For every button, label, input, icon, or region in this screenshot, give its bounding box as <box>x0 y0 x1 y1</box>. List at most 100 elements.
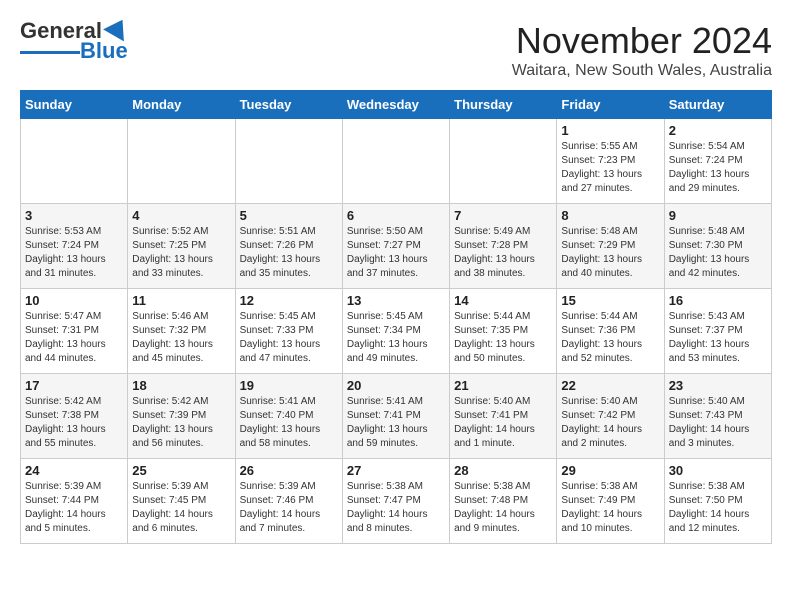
day-info: Sunrise: 5:52 AM Sunset: 7:25 PM Dayligh… <box>132 225 230 281</box>
day-info: Sunrise: 5:39 AM Sunset: 7:46 PM Dayligh… <box>240 480 338 536</box>
day-number: 5 <box>240 208 338 223</box>
day-info: Sunrise: 5:38 AM Sunset: 7:50 PM Dayligh… <box>669 480 767 536</box>
sunset-text: Sunset: 7:44 PM <box>25 495 99 506</box>
sunset-text: Sunset: 7:28 PM <box>454 240 528 251</box>
table-row: 20 Sunrise: 5:41 AM Sunset: 7:41 PM Dayl… <box>342 374 449 459</box>
sunset-text: Sunset: 7:24 PM <box>25 240 99 251</box>
day-number: 1 <box>561 123 659 138</box>
daylight-text: Daylight: 13 hours and 50 minutes. <box>454 339 535 364</box>
sunset-text: Sunset: 7:35 PM <box>454 325 528 336</box>
daylight-text: Daylight: 13 hours and 55 minutes. <box>25 424 106 449</box>
day-number: 17 <box>25 378 123 393</box>
sunrise-text: Sunrise: 5:41 AM <box>347 396 423 407</box>
logo-blue-text: Blue <box>80 40 128 62</box>
table-row: 15 Sunrise: 5:44 AM Sunset: 7:36 PM Dayl… <box>557 289 664 374</box>
header-tuesday: Tuesday <box>235 91 342 119</box>
day-number: 21 <box>454 378 552 393</box>
daylight-text: Daylight: 13 hours and 47 minutes. <box>240 339 321 364</box>
table-row: 6 Sunrise: 5:50 AM Sunset: 7:27 PM Dayli… <box>342 204 449 289</box>
daylight-text: Daylight: 13 hours and 49 minutes. <box>347 339 428 364</box>
day-number: 6 <box>347 208 445 223</box>
header-thursday: Thursday <box>450 91 557 119</box>
day-info: Sunrise: 5:40 AM Sunset: 7:42 PM Dayligh… <box>561 395 659 451</box>
table-row: 3 Sunrise: 5:53 AM Sunset: 7:24 PM Dayli… <box>21 204 128 289</box>
table-row <box>128 119 235 204</box>
day-info: Sunrise: 5:53 AM Sunset: 7:24 PM Dayligh… <box>25 225 123 281</box>
month-title: November 2024 <box>512 20 772 62</box>
day-number: 3 <box>25 208 123 223</box>
day-number: 23 <box>669 378 767 393</box>
sunrise-text: Sunrise: 5:38 AM <box>454 481 530 492</box>
sunset-text: Sunset: 7:47 PM <box>347 495 421 506</box>
daylight-text: Daylight: 13 hours and 29 minutes. <box>669 169 750 194</box>
day-number: 2 <box>669 123 767 138</box>
sunrise-text: Sunrise: 5:40 AM <box>454 396 530 407</box>
table-row <box>21 119 128 204</box>
sunrise-text: Sunrise: 5:50 AM <box>347 226 423 237</box>
sunset-text: Sunset: 7:33 PM <box>240 325 314 336</box>
table-row <box>235 119 342 204</box>
daylight-text: Daylight: 13 hours and 53 minutes. <box>669 339 750 364</box>
sunrise-text: Sunrise: 5:48 AM <box>561 226 637 237</box>
sunset-text: Sunset: 7:24 PM <box>669 155 743 166</box>
table-row: 2 Sunrise: 5:54 AM Sunset: 7:24 PM Dayli… <box>664 119 771 204</box>
daylight-text: Daylight: 14 hours and 12 minutes. <box>669 509 750 534</box>
day-info: Sunrise: 5:50 AM Sunset: 7:27 PM Dayligh… <box>347 225 445 281</box>
table-row: 7 Sunrise: 5:49 AM Sunset: 7:28 PM Dayli… <box>450 204 557 289</box>
sunrise-text: Sunrise: 5:41 AM <box>240 396 316 407</box>
daylight-text: Daylight: 13 hours and 33 minutes. <box>132 254 213 279</box>
table-row: 28 Sunrise: 5:38 AM Sunset: 7:48 PM Dayl… <box>450 459 557 544</box>
day-info: Sunrise: 5:46 AM Sunset: 7:32 PM Dayligh… <box>132 310 230 366</box>
sunset-text: Sunset: 7:32 PM <box>132 325 206 336</box>
sunset-text: Sunset: 7:36 PM <box>561 325 635 336</box>
day-info: Sunrise: 5:41 AM Sunset: 7:41 PM Dayligh… <box>347 395 445 451</box>
header-saturday: Saturday <box>664 91 771 119</box>
daylight-text: Daylight: 13 hours and 42 minutes. <box>669 254 750 279</box>
calendar-week-row: 24 Sunrise: 5:39 AM Sunset: 7:44 PM Dayl… <box>21 459 772 544</box>
day-info: Sunrise: 5:55 AM Sunset: 7:23 PM Dayligh… <box>561 140 659 196</box>
table-row: 9 Sunrise: 5:48 AM Sunset: 7:30 PM Dayli… <box>664 204 771 289</box>
day-number: 20 <box>347 378 445 393</box>
table-row: 1 Sunrise: 5:55 AM Sunset: 7:23 PM Dayli… <box>557 119 664 204</box>
calendar-week-row: 1 Sunrise: 5:55 AM Sunset: 7:23 PM Dayli… <box>21 119 772 204</box>
day-info: Sunrise: 5:44 AM Sunset: 7:35 PM Dayligh… <box>454 310 552 366</box>
sunset-text: Sunset: 7:25 PM <box>132 240 206 251</box>
day-number: 14 <box>454 293 552 308</box>
sunrise-text: Sunrise: 5:44 AM <box>561 311 637 322</box>
table-row: 4 Sunrise: 5:52 AM Sunset: 7:25 PM Dayli… <box>128 204 235 289</box>
day-number: 30 <box>669 463 767 478</box>
sunset-text: Sunset: 7:41 PM <box>347 410 421 421</box>
day-number: 28 <box>454 463 552 478</box>
table-row: 27 Sunrise: 5:38 AM Sunset: 7:47 PM Dayl… <box>342 459 449 544</box>
day-info: Sunrise: 5:43 AM Sunset: 7:37 PM Dayligh… <box>669 310 767 366</box>
day-number: 9 <box>669 208 767 223</box>
sunset-text: Sunset: 7:29 PM <box>561 240 635 251</box>
sunrise-text: Sunrise: 5:47 AM <box>25 311 101 322</box>
day-info: Sunrise: 5:49 AM Sunset: 7:28 PM Dayligh… <box>454 225 552 281</box>
daylight-text: Daylight: 13 hours and 27 minutes. <box>561 169 642 194</box>
daylight-text: Daylight: 13 hours and 58 minutes. <box>240 424 321 449</box>
sunset-text: Sunset: 7:42 PM <box>561 410 635 421</box>
sunrise-text: Sunrise: 5:38 AM <box>561 481 637 492</box>
day-info: Sunrise: 5:38 AM Sunset: 7:49 PM Dayligh… <box>561 480 659 536</box>
day-number: 27 <box>347 463 445 478</box>
day-info: Sunrise: 5:39 AM Sunset: 7:45 PM Dayligh… <box>132 480 230 536</box>
table-row: 26 Sunrise: 5:39 AM Sunset: 7:46 PM Dayl… <box>235 459 342 544</box>
daylight-text: Daylight: 14 hours and 2 minutes. <box>561 424 642 449</box>
sunrise-text: Sunrise: 5:49 AM <box>454 226 530 237</box>
daylight-text: Daylight: 14 hours and 8 minutes. <box>347 509 428 534</box>
sunrise-text: Sunrise: 5:38 AM <box>669 481 745 492</box>
sunrise-text: Sunrise: 5:48 AM <box>669 226 745 237</box>
table-row: 18 Sunrise: 5:42 AM Sunset: 7:39 PM Dayl… <box>128 374 235 459</box>
table-row: 8 Sunrise: 5:48 AM Sunset: 7:29 PM Dayli… <box>557 204 664 289</box>
day-number: 8 <box>561 208 659 223</box>
day-number: 19 <box>240 378 338 393</box>
day-number: 26 <box>240 463 338 478</box>
sunrise-text: Sunrise: 5:52 AM <box>132 226 208 237</box>
table-row <box>342 119 449 204</box>
table-row: 13 Sunrise: 5:45 AM Sunset: 7:34 PM Dayl… <box>342 289 449 374</box>
sunset-text: Sunset: 7:48 PM <box>454 495 528 506</box>
sunrise-text: Sunrise: 5:39 AM <box>132 481 208 492</box>
header-monday: Monday <box>128 91 235 119</box>
table-row: 11 Sunrise: 5:46 AM Sunset: 7:32 PM Dayl… <box>128 289 235 374</box>
